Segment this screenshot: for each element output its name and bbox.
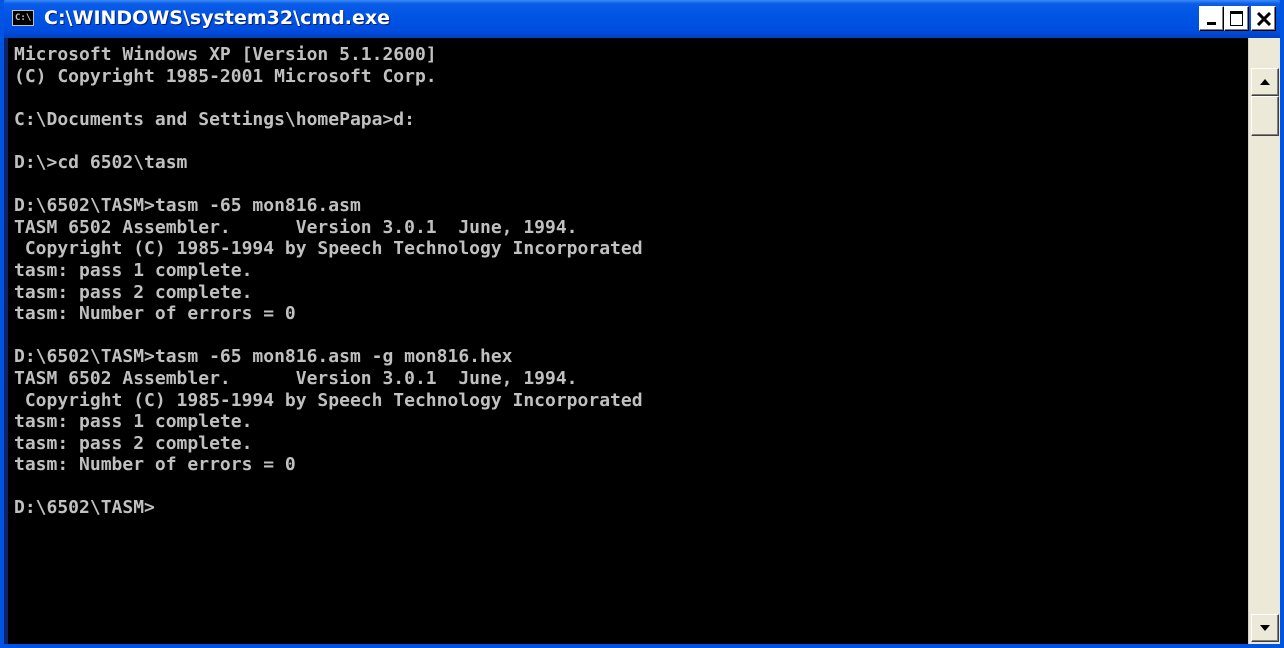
vertical-scrollbar[interactable]: [1248, 38, 1280, 644]
scroll-down-button[interactable]: [1251, 614, 1279, 642]
close-button[interactable]: [1251, 6, 1276, 31]
console-line: TASM 6502 Assembler. Version 3.0.1 June,…: [14, 367, 578, 389]
cmd-window: C:\ C:\WINDOWS\system32\cmd.exe Microsof…: [0, 0, 1284, 648]
console-text: Microsoft Windows XP [Version 5.1.2600](…: [14, 44, 643, 519]
console-line: tasm: pass 2 complete.: [14, 432, 253, 454]
console-line: D:\6502\TASM>tasm -65 mon816.asm: [14, 195, 361, 217]
console-line: TASM 6502 Assembler. Version 3.0.1 June,…: [14, 216, 578, 238]
title-bar[interactable]: C:\ C:\WINDOWS\system32\cmd.exe: [4, 0, 1280, 38]
console-line: (C) Copyright 1985-2001 Microsoft Corp.: [14, 65, 437, 87]
console-line: D:\6502\TASM>tasm -65 mon816.asm -g mon8…: [14, 346, 513, 368]
console-line: tasm: pass 1 complete.: [14, 259, 253, 281]
console-line: tasm: pass 1 complete.: [14, 411, 253, 433]
console-line: tasm: Number of errors = 0: [14, 303, 296, 325]
console-line: Copyright (C) 1985-1994 by Speech Techno…: [14, 238, 643, 260]
maximize-button[interactable]: [1224, 6, 1249, 31]
console-line: Microsoft Windows XP [Version 5.1.2600]: [14, 44, 437, 65]
console-line: tasm: pass 2 complete.: [14, 281, 253, 303]
close-icon: [1257, 12, 1271, 26]
console-line: Copyright (C) 1985-1994 by Speech Techno…: [14, 389, 643, 411]
console-line: D:\6502\TASM>: [14, 497, 155, 519]
scroll-thumb[interactable]: [1251, 96, 1279, 136]
console-output[interactable]: Microsoft Windows XP [Version 5.1.2600](…: [8, 38, 1248, 644]
console-line: tasm: Number of errors = 0: [14, 454, 296, 476]
minimize-button[interactable]: [1199, 6, 1224, 31]
window-title: C:\WINDOWS\system32\cmd.exe: [44, 7, 390, 29]
scroll-up-button[interactable]: [1251, 68, 1279, 96]
console-app-icon[interactable]: C:\: [12, 10, 34, 26]
console-line: D:\>cd 6502\tasm: [14, 151, 188, 173]
console-line: C:\Documents and Settings\homePapa>d:: [14, 108, 415, 130]
